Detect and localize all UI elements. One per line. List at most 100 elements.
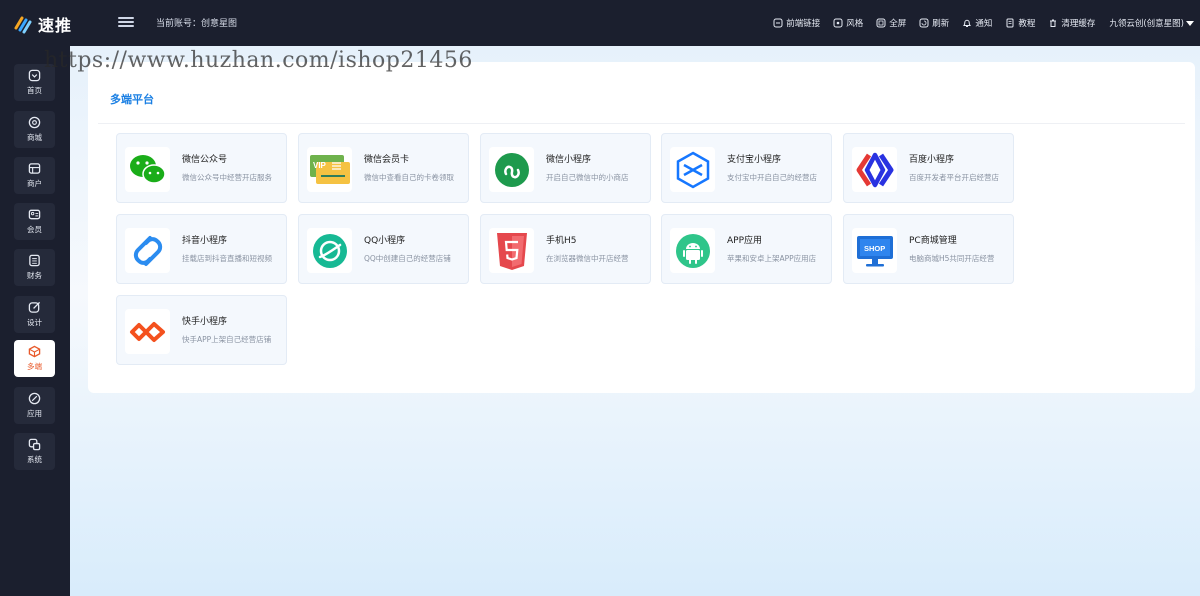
platform-desc: 快手APP上架自己经营店铺 bbox=[182, 335, 272, 344]
notification-button[interactable]: 通知 bbox=[962, 17, 992, 29]
clear-cache-label: 清理缓存 bbox=[1061, 19, 1096, 29]
user-name: 九领云创(创意星图) bbox=[1109, 19, 1184, 29]
platform-name: 抖音小程序 bbox=[182, 236, 228, 246]
menu-collapse-icon[interactable] bbox=[118, 15, 134, 31]
apps-icon bbox=[28, 392, 41, 405]
platform-card-alipay-mini-program[interactable]: 支付宝小程序 支付宝中开启自己的经营店 bbox=[661, 133, 832, 203]
sidebar-item-shop[interactable]: 商城 bbox=[14, 111, 55, 148]
html5-icon bbox=[489, 228, 534, 273]
caret-down-icon bbox=[1186, 20, 1194, 26]
refresh-button[interactable]: 刷新 bbox=[919, 17, 949, 29]
sidebar-item-merchant[interactable]: 商户 bbox=[14, 157, 55, 194]
sidebar-item-label: 系统 bbox=[27, 455, 42, 464]
fullscreen-button[interactable]: 全屏 bbox=[876, 17, 906, 29]
platform-name: 支付宝小程序 bbox=[727, 155, 782, 165]
platform-desc: 挂载店到抖音直播和短视频 bbox=[182, 254, 272, 263]
fullscreen-icon bbox=[876, 18, 886, 28]
link-icon bbox=[773, 18, 783, 28]
pc-shop-icon: SHOP bbox=[852, 228, 897, 273]
wechat-icon bbox=[125, 147, 170, 192]
mini-program-icon bbox=[489, 147, 534, 192]
home-icon bbox=[28, 69, 41, 82]
platform-name: 百度小程序 bbox=[909, 155, 955, 165]
platform-card-douyin-mini-program[interactable]: 抖音小程序 挂载店到抖音直播和短视频 bbox=[116, 214, 287, 284]
sidebar-item-label: 财务 bbox=[27, 271, 42, 280]
store-icon bbox=[28, 163, 41, 174]
notification-label: 通知 bbox=[975, 19, 993, 29]
platform-desc: 电脑商城H5共同开店经营 bbox=[909, 254, 995, 263]
qq-mini-program-icon bbox=[307, 228, 352, 273]
brand-name: 速推 bbox=[38, 16, 73, 35]
platform-name: APP应用 bbox=[727, 236, 763, 246]
baidu-mini-program-icon bbox=[852, 147, 897, 192]
sidebar-item-label: 会员 bbox=[27, 225, 42, 234]
shop-icon bbox=[28, 116, 41, 129]
sidebar-item-label: 应用 bbox=[27, 409, 42, 418]
platform-card-wechat-vip-card[interactable]: VIP 微信会员卡 微信中查看自己的卡卷领取 bbox=[298, 133, 469, 203]
platform-card-wechat-official[interactable]: 微信公众号 微信公众号中经营开店服务 bbox=[116, 133, 287, 203]
frontend-link-button[interactable]: 前端链接 bbox=[773, 17, 820, 29]
android-icon bbox=[670, 228, 715, 273]
platform-card-app[interactable]: APP应用 苹果和安卓上架APP应用店 bbox=[661, 214, 832, 284]
platform-panel: 多端平台 微信公众号 微信公众号中经营开店服务 VIP 微信会员卡 微信中查看自… bbox=[88, 62, 1195, 393]
platform-desc: 开启自己微信中的小商店 bbox=[546, 173, 629, 182]
sidebar-item-design[interactable]: 设计 bbox=[14, 296, 55, 333]
top-actions: 前端链接 风格 全屏 刷新 通知 教程 清理缓存 九领云创(创意星图) bbox=[760, 0, 1200, 46]
platform-desc: 微信中查看自己的卡卷领取 bbox=[364, 173, 454, 182]
system-icon bbox=[28, 438, 41, 451]
vip-card-icon: VIP bbox=[307, 147, 352, 192]
palette-icon bbox=[833, 18, 843, 28]
sidebar-item-apps[interactable]: 应用 bbox=[14, 387, 55, 424]
platform-desc: 微信公众号中经营开店服务 bbox=[182, 173, 272, 182]
platform-card-baidu-mini-program[interactable]: 百度小程序 百度开发者平台开启经营店 bbox=[843, 133, 1014, 203]
platform-desc: 支付宝中开启自己的经营店 bbox=[727, 173, 817, 182]
platform-name: PC商城管理 bbox=[909, 236, 957, 246]
tutorial-button[interactable]: 教程 bbox=[1005, 17, 1035, 29]
finance-icon bbox=[29, 254, 40, 267]
brand-logo-icon bbox=[14, 16, 32, 34]
refresh-label: 刷新 bbox=[932, 19, 950, 29]
platform-name: 手机H5 bbox=[546, 236, 577, 246]
alipay-mini-program-icon bbox=[670, 147, 715, 192]
sidebar-item-label: 多端 bbox=[27, 362, 42, 371]
svg-text:SHOP: SHOP bbox=[864, 244, 885, 253]
sidebar: 首页 商城 商户 会员 财务 设计 多端 应用 系统 bbox=[0, 46, 70, 596]
current-account: 当前账号：创意星图 bbox=[156, 19, 238, 29]
watermark-text: https://www.huzhan.com/ishop21456 bbox=[44, 48, 473, 73]
trash-icon bbox=[1050, 19, 1057, 27]
sidebar-item-finance[interactable]: 财务 bbox=[14, 249, 55, 286]
style-label: 风格 bbox=[846, 19, 864, 29]
svg-text:VIP: VIP bbox=[313, 161, 327, 170]
member-card-icon bbox=[28, 209, 41, 220]
design-icon bbox=[28, 301, 41, 313]
sidebar-item-member[interactable]: 会员 bbox=[14, 203, 55, 240]
platform-name: QQ小程序 bbox=[364, 236, 406, 246]
sidebar-item-label: 设计 bbox=[27, 318, 42, 327]
brand[interactable]: 速推 bbox=[14, 12, 72, 36]
sidebar-item-system[interactable]: 系统 bbox=[14, 433, 55, 470]
platform-desc: 苹果和安卓上架APP应用店 bbox=[727, 254, 817, 263]
cube-icon bbox=[28, 345, 41, 358]
platform-card-wechat-mini-program[interactable]: 微信小程序 开启自己微信中的小商店 bbox=[480, 133, 651, 203]
kuaishou-mini-program-icon bbox=[125, 309, 170, 354]
platform-card-pc-shop[interactable]: SHOP PC商城管理 电脑商城H5共同开店经营 bbox=[843, 214, 1014, 284]
clear-cache-button[interactable]: 清理缓存 bbox=[1048, 17, 1095, 29]
sidebar-item-multi-platform[interactable]: 多端 bbox=[14, 340, 55, 377]
sidebar-item-label: 商城 bbox=[27, 133, 42, 142]
platform-desc: QQ中创建自己的经营店铺 bbox=[364, 254, 451, 263]
book-icon bbox=[1006, 18, 1014, 28]
tutorial-label: 教程 bbox=[1018, 19, 1036, 29]
style-button[interactable]: 风格 bbox=[833, 17, 863, 29]
sidebar-item-label: 商户 bbox=[27, 179, 42, 188]
frontend-link-label: 前端链接 bbox=[786, 19, 821, 29]
top-bar: 速推 当前账号：创意星图 前端链接 风格 全屏 刷新 通知 教程 清理缓存 九领… bbox=[0, 0, 1200, 46]
platform-card-mobile-h5[interactable]: 手机H5 在浏览器微信中开店经营 bbox=[480, 214, 651, 284]
bell-icon bbox=[963, 19, 972, 27]
fullscreen-label: 全屏 bbox=[889, 19, 907, 29]
platform-name: 快手小程序 bbox=[182, 317, 228, 327]
refresh-icon bbox=[919, 18, 929, 28]
user-menu[interactable]: 九领云创(创意星图) bbox=[1109, 17, 1194, 29]
platform-card-qq-mini-program[interactable]: QQ小程序 QQ中创建自己的经营店铺 bbox=[298, 214, 469, 284]
divider bbox=[98, 123, 1185, 124]
platform-card-kuaishou-mini-program[interactable]: 快手小程序 快手APP上架自己经营店铺 bbox=[116, 295, 287, 365]
